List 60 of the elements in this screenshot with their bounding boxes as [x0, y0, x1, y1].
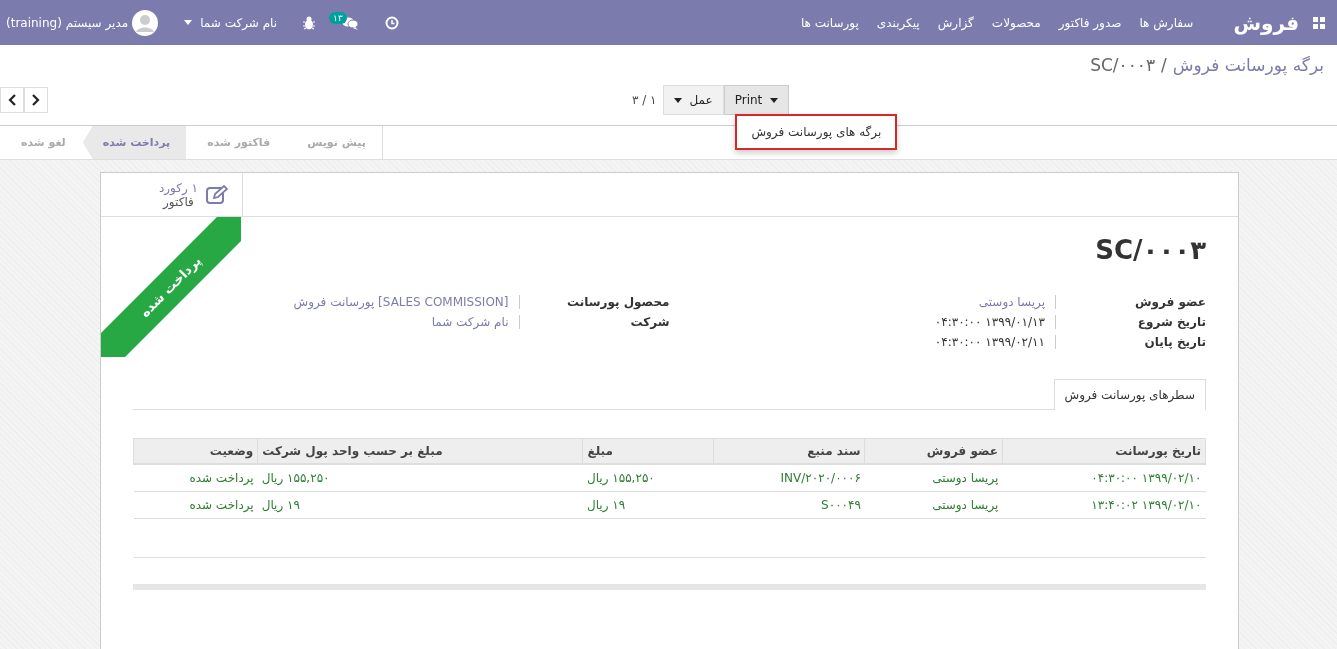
field-label: تاریخ شروع [1136, 315, 1206, 329]
table-cell: ۱۳۹۹/۰۲/۱۰ ۱۳:۴۰:۰۲ [1002, 491, 1206, 519]
menu-item[interactable]: پورسانت ها [800, 15, 859, 30]
column-header[interactable]: مبلغ [582, 438, 714, 464]
table-cell: پرداخت شده [133, 464, 258, 492]
menu-item[interactable]: گزارش [937, 15, 974, 30]
column-header[interactable]: عضو فروش [864, 438, 1003, 464]
table-cell: پرداخت شده [133, 491, 258, 519]
column-header[interactable]: سند منبع [713, 438, 865, 464]
table-cell: پریسا دوستی [864, 464, 1003, 492]
menu-item[interactable]: محصولات [991, 15, 1041, 30]
notebook-tab[interactable]: سطرهای پورسانت فروش [1053, 379, 1206, 410]
caret-icon [770, 97, 779, 103]
previous-button[interactable] [0, 87, 24, 113]
user-name[interactable]: مدیر سیستم (training) [6, 15, 129, 30]
status-stage[interactable]: پرداخت شده [82, 126, 187, 159]
bug-icon[interactable] [303, 15, 316, 30]
chevron-left-icon [8, 94, 16, 106]
avatar-icon [132, 9, 159, 36]
field-value[interactable]: پریسا دوستی [978, 295, 1056, 309]
breadcrumb-separator: / [1161, 55, 1167, 75]
print-button[interactable]: Print [723, 85, 790, 115]
table-cell: S۰۰۰۴۹ [713, 491, 865, 519]
menu-item[interactable]: برگه های پورسانت فروش [751, 125, 882, 139]
menu-item[interactable]: صدور فاکتور [1058, 15, 1122, 30]
column-header[interactable]: وضعیت [133, 438, 258, 464]
field-value: ۱۳۹۹/۰۱/۱۳ ۰۴:۳۰:۰۰ [934, 315, 1056, 329]
caret-icon [673, 97, 682, 103]
next-button[interactable] [24, 87, 48, 113]
table-cell: ۱۵۵,۲۵۰ ریال [257, 464, 583, 492]
apps-grid-icon[interactable] [1313, 16, 1325, 29]
field-label: محصول پورسانت [566, 295, 670, 309]
table-cell: ۱۹ ریال [257, 491, 583, 519]
field-value[interactable]: [SALES COMMISSION] پورسانت فروش [293, 295, 520, 309]
caret-icon [184, 20, 193, 25]
status-ribbon: پرداخت شده [101, 217, 241, 357]
app-title: فروش [1233, 10, 1299, 35]
column-header[interactable]: مبلغ بر حسب واحد پول شرکت [257, 438, 583, 464]
field-value[interactable]: نام شرکت شما [431, 315, 520, 329]
menu-item[interactable]: پیکربندی [876, 15, 920, 30]
message-count-badge: ۱۳ [329, 11, 347, 24]
breadcrumb-link[interactable]: برگه پورسانت فروش [1172, 55, 1324, 75]
menu-item[interactable]: سفارش ها [1139, 15, 1194, 30]
table-cell: ۱۳۹۹/۰۲/۱۰ ۰۴:۳۰:۰۰ [1002, 464, 1206, 492]
field-value: ۱۳۹۹/۰۲/۱۱ ۰۴:۳۰:۰۰ [934, 335, 1056, 349]
company-dropdown[interactable]: نام شرکت شما [184, 15, 278, 30]
field-label: شرکت [629, 315, 670, 329]
field-label: تاریخ پایان [1143, 335, 1206, 349]
chevron-right-icon [32, 94, 40, 106]
field-label: عضو فروش [1133, 295, 1206, 309]
column-header[interactable]: تاریخ پورسانت [1002, 438, 1206, 464]
breadcrumb-current: SC/۰۰۰۳ [1090, 55, 1156, 75]
table-cell: ۱۵۵,۲۵۰ ریال [582, 464, 714, 492]
table-cell: پریسا دوستی [864, 491, 1003, 519]
edit-icon [206, 184, 228, 205]
pager-value: ۱ / ۳ [631, 93, 657, 107]
table-cell: INV/۲۰۲۰/۰۰۰۶ [713, 464, 865, 492]
action-button[interactable]: عمل [662, 85, 724, 115]
clock-icon[interactable] [385, 15, 400, 30]
table-cell: ۱۹ ریال [582, 491, 714, 519]
